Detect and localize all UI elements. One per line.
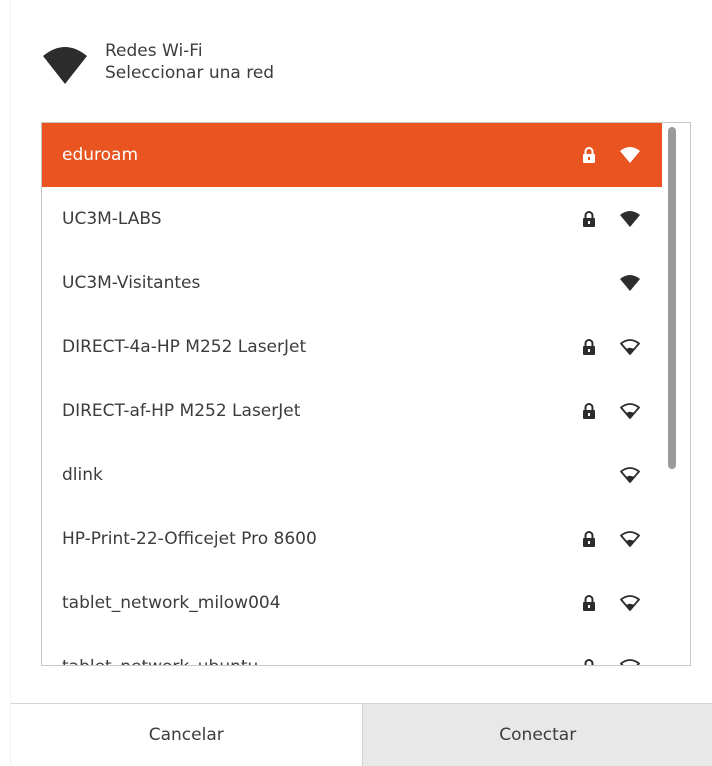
wifi-signal-icon bbox=[619, 466, 641, 484]
lock-icon bbox=[582, 146, 596, 164]
network-name: UC3M-LABS bbox=[62, 187, 162, 251]
lock-icon bbox=[582, 530, 596, 548]
network-name: dlink bbox=[62, 443, 103, 507]
dialog-header: Redes Wi-Fi Seleccionar una red bbox=[41, 40, 274, 100]
network-row[interactable]: eduroam bbox=[42, 123, 662, 187]
lock-icon bbox=[582, 402, 596, 420]
dialog-subtitle: Seleccionar una red bbox=[105, 62, 274, 84]
network-row[interactable]: tablet_network_ubuntu bbox=[42, 635, 662, 666]
network-row[interactable]: dlink bbox=[42, 443, 662, 507]
list-scrollbar[interactable] bbox=[668, 127, 676, 469]
dialog-title: Redes Wi-Fi bbox=[105, 40, 274, 62]
lock-icon bbox=[582, 338, 596, 356]
header-titles: Redes Wi-Fi Seleccionar una red bbox=[105, 40, 274, 84]
wifi-dialog: Redes Wi-Fi Seleccionar una red eduroamU… bbox=[10, 0, 712, 765]
network-name: tablet_network_ubuntu bbox=[62, 635, 258, 666]
lock-icon bbox=[582, 658, 596, 666]
network-row[interactable]: DIRECT-4a-HP M252 LaserJet bbox=[42, 315, 662, 379]
wifi-icon bbox=[41, 42, 89, 90]
network-row[interactable]: tablet_network_milow004 bbox=[42, 571, 662, 635]
network-name: DIRECT-af-HP M252 LaserJet bbox=[62, 379, 300, 443]
connect-button[interactable]: Conectar bbox=[362, 704, 712, 766]
wifi-signal-icon bbox=[619, 210, 641, 228]
network-name: HP-Print-22-Officejet Pro 8600 bbox=[62, 507, 317, 571]
lock-icon bbox=[582, 210, 596, 228]
network-name: tablet_network_milow004 bbox=[62, 571, 281, 635]
wifi-signal-icon bbox=[619, 274, 641, 292]
wifi-signal-icon bbox=[619, 146, 641, 164]
network-name: DIRECT-4a-HP M252 LaserJet bbox=[62, 315, 306, 379]
network-list[interactable]: eduroamUC3M-LABSUC3M-VisitantesDIRECT-4a… bbox=[41, 122, 691, 666]
network-name: UC3M-Visitantes bbox=[62, 251, 200, 315]
cancel-button[interactable]: Cancelar bbox=[11, 704, 362, 766]
wifi-signal-icon bbox=[619, 338, 641, 356]
network-row[interactable]: HP-Print-22-Officejet Pro 8600 bbox=[42, 507, 662, 571]
wifi-signal-icon bbox=[619, 530, 641, 548]
wifi-signal-icon bbox=[619, 658, 641, 666]
lock-icon bbox=[582, 594, 596, 612]
wifi-signal-icon bbox=[619, 402, 641, 420]
network-name: eduroam bbox=[62, 123, 138, 187]
network-row[interactable]: UC3M-Visitantes bbox=[42, 251, 662, 315]
network-row[interactable]: UC3M-LABS bbox=[42, 187, 662, 251]
wifi-signal-icon bbox=[619, 594, 641, 612]
dialog-footer: Cancelar Conectar bbox=[11, 703, 712, 766]
network-row[interactable]: DIRECT-af-HP M252 LaserJet bbox=[42, 379, 662, 443]
